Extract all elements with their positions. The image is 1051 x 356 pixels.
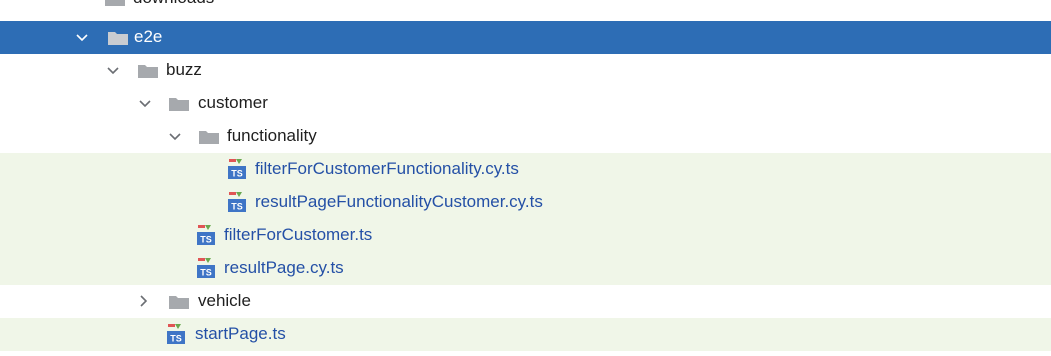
project-tree: downloads e2e buzz customer — [0, 0, 1051, 356]
tree-row-file[interactable]: TS resultPage.cy.ts — [0, 252, 1051, 285]
tree-row-vehicle[interactable]: vehicle — [0, 285, 1051, 318]
tree-row-label: buzz — [166, 60, 202, 79]
ts-glyph: TS — [200, 235, 212, 245]
tree-row-label: filterForCustomerFunctionality.cy.ts — [255, 159, 519, 178]
typescript-file-icon: TS — [166, 323, 186, 345]
typescript-file-icon: TS — [227, 191, 247, 213]
ts-glyph: TS — [200, 268, 212, 278]
folder-icon — [168, 294, 190, 310]
chevron-down-icon[interactable] — [104, 62, 122, 80]
tree-row-label: startPage.ts — [195, 324, 286, 343]
tree-row-file[interactable]: TS filterForCustomerFunctionality.cy.ts — [0, 153, 1051, 186]
typescript-file-icon: TS — [196, 224, 216, 246]
tree-row-downloads[interactable]: downloads — [0, 0, 1051, 13]
tree-row-label: vehicle — [198, 291, 251, 310]
tree-row-label: downloads — [133, 0, 214, 8]
tree-row-customer[interactable]: customer — [0, 87, 1051, 120]
tree-row-label: resultPageFunctionalityCustomer.cy.ts — [255, 192, 543, 211]
typescript-file-icon: TS — [227, 158, 247, 180]
tree-row-label: e2e — [134, 27, 163, 46]
tree-row-label: filterForCustomer.ts — [224, 225, 373, 244]
ts-glyph: TS — [170, 334, 182, 344]
tree-row-e2e[interactable]: e2e — [0, 21, 1051, 54]
tree-row-functionality[interactable]: functionality — [0, 120, 1051, 153]
tree-row-label: resultPage.cy.ts — [224, 258, 344, 277]
tree-row-label: customer — [198, 93, 268, 112]
folder-icon — [168, 96, 190, 112]
chevron-right-icon[interactable] — [135, 292, 153, 310]
chevron-down-icon[interactable] — [73, 29, 91, 47]
folder-icon — [104, 0, 126, 7]
tree-row-file[interactable]: TS filterForCustomer.ts — [0, 219, 1051, 252]
tree-row-file[interactable]: TS resultPageFunctionalityCustomer.cy.ts — [0, 186, 1051, 219]
ts-glyph: TS — [231, 169, 243, 179]
tree-row-file[interactable]: TS startPage.ts — [0, 318, 1051, 351]
folder-icon — [137, 63, 159, 79]
folder-icon — [107, 30, 129, 46]
chevron-down-icon[interactable] — [166, 128, 184, 146]
tree-row-label: functionality — [227, 126, 317, 145]
chevron-down-icon[interactable] — [136, 95, 154, 113]
typescript-file-icon: TS — [196, 257, 216, 279]
folder-icon — [198, 129, 220, 145]
tree-row-buzz[interactable]: buzz — [0, 54, 1051, 87]
ts-glyph: TS — [231, 202, 243, 212]
